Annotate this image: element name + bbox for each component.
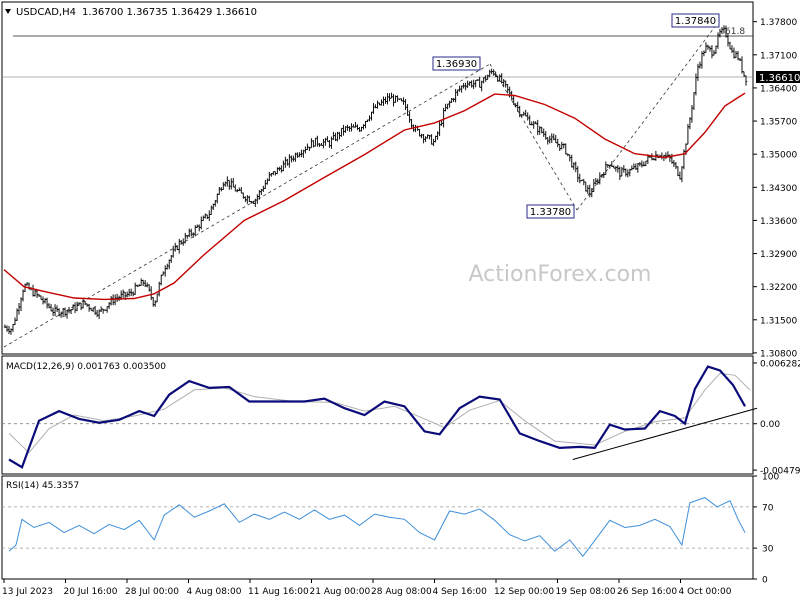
time-tick-label: 12 Sep 00:00 [494,587,554,597]
header-ohlc: 1.36700 1.36735 1.36429 1.36610 [82,7,257,18]
price-tick-label: 1.35700 [760,118,797,128]
macd-tick-label: 0.00 [760,420,780,430]
time-tick-label: 4 Sep 16:00 [433,587,488,597]
price-tick-label: 1.33600 [760,217,797,227]
price-tick-label: 1.32900 [760,250,797,260]
time-tick-label: 28 Aug 08:00 [371,587,432,597]
callout-high: 1.37840 [671,13,720,28]
time-tick-label: 28 Jul 00:00 [125,587,179,597]
callout-low-label: 1.33780 [530,207,571,218]
price-tick-label: 1.32200 [760,283,797,293]
time-tick-label: 4 Oct 00:00 [679,587,732,597]
time-tick-label: 21 Aug 00:00 [310,587,371,597]
price-tick-label: 1.37800 [760,18,797,28]
callout-high-label: 1.37840 [675,16,716,27]
rsi-tick-label: 70 [762,503,774,513]
price-tick-label: 1.36400 [760,84,797,94]
rsi-tick-label: 100 [762,473,779,483]
rsi-tick-label: 30 [762,545,774,555]
time-tick-label: 13 Jul 2023 [2,587,53,597]
rsi-tick-label: 0 [762,576,768,586]
watermark-text: ActionForex.com [469,262,652,287]
price-tick-label: 1.30800 [760,349,797,359]
callout-mid-label: 1.36930 [436,59,477,70]
time-tick-label: 19 Sep 08:00 [556,587,616,597]
price-tick-label: 1.34300 [760,184,797,194]
price-tick-label: 1.31500 [760,316,797,326]
chart-background [0,0,800,600]
rsi-label: RSI(14) 45.3357 [6,481,79,491]
macd-tick-label: 0.006282 [760,359,800,369]
chart-svg: ActionForex.com USDCAD,H4 1.36700 1.3673… [0,0,800,600]
price-tick-label: 1.37100 [760,51,797,61]
time-tick-label: 20 Jul 16:00 [64,587,118,597]
time-tick-label: 11 Aug 16:00 [248,587,309,597]
time-tick-label: 26 Sep 16:00 [617,587,677,597]
callout-low: 1.33780 [526,204,575,219]
callout-mid: 1.36930 [432,56,481,71]
time-tick-label: 4 Aug 08:00 [187,587,242,597]
current-price-value: 1.36610 [759,73,800,84]
macd-label: MACD(12,26,9) 0.001763 0.003500 [6,362,166,372]
header-symbol: USDCAD,H4 [16,7,76,18]
price-tick-label: 1.35000 [760,151,797,161]
